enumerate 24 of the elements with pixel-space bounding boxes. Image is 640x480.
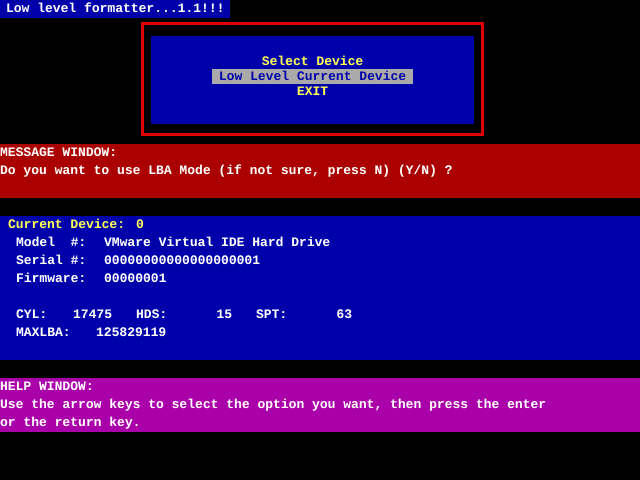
field-value: 00000001	[104, 270, 166, 288]
field-label: Model #:	[16, 234, 88, 252]
field-value: 15	[215, 306, 232, 324]
window-title: MESSAGE WINDOW:	[0, 144, 118, 162]
field-label: HDS:	[136, 306, 168, 324]
field-label: CYL:	[16, 306, 48, 324]
app-title: Low level formatter...1.1!!!	[0, 0, 230, 18]
field-value: 0	[136, 216, 144, 234]
field-value: 00000000000000000001	[104, 252, 260, 270]
field-value: VMware Virtual IDE Hard Drive	[104, 234, 330, 252]
menu-item[interactable]: Low Level Current Device	[212, 69, 414, 84]
field-value: 125829119	[96, 324, 166, 342]
field-value: 63	[335, 306, 352, 324]
field-label: Firmware:	[16, 270, 88, 288]
field-value: 17475	[72, 306, 112, 324]
message-text: Do you want to use LBA Mode (if not sure, press N) (Y/N) ?	[0, 162, 454, 180]
menu-item[interactable]: EXIT	[292, 84, 332, 99]
field-label: MAXLBA:	[16, 324, 72, 342]
field-label: Serial #:	[16, 252, 88, 270]
field-label: SPT:	[256, 306, 288, 324]
menu-item[interactable]: Select Device	[258, 54, 368, 69]
window-title: HELP WINDOW:	[0, 378, 95, 396]
field-label: Current Device:	[8, 216, 126, 234]
help-text: Use the arrow keys to select the option you want, then press the enter or the return key.	[0, 396, 548, 432]
